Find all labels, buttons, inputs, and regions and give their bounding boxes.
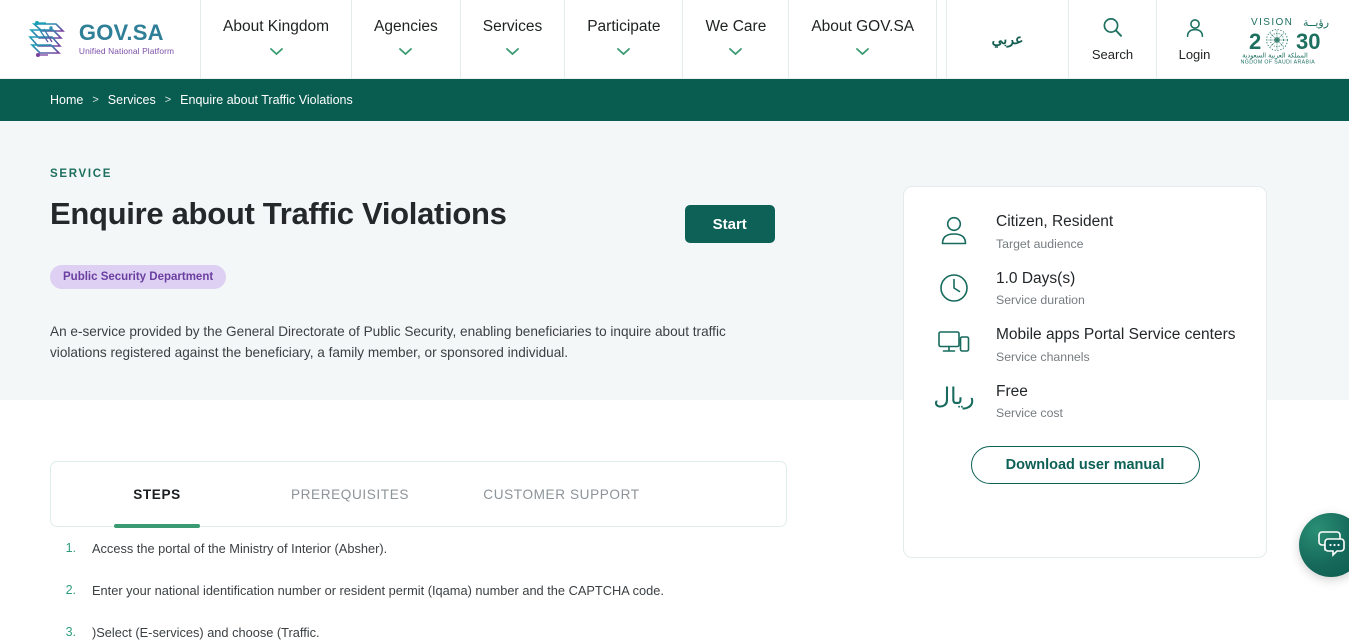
- step-text: Access the portal of the Ministry of Int…: [92, 541, 388, 556]
- list-item: 1. Access the portal of the Ministry of …: [50, 540, 787, 558]
- breadcrumb-item-home[interactable]: Home: [50, 93, 83, 107]
- nav-item-services[interactable]: Services: [461, 0, 566, 78]
- login-button[interactable]: Login: [1156, 0, 1232, 78]
- breadcrumb-item-services[interactable]: Services: [108, 93, 156, 107]
- nav-item-about-kingdom[interactable]: About Kingdom: [201, 0, 352, 78]
- steps-list: 1. Access the portal of the Ministry of …: [50, 540, 787, 643]
- step-text: )Select (E-services) and choose (Traffic…: [92, 624, 320, 640]
- logo-subtitle: Unified National Platform: [78, 46, 175, 57]
- info-row-target-audience: Citizen, Resident Target audience: [934, 213, 1236, 251]
- info-row-service-duration: 1.0 Days(s) Service duration: [934, 269, 1236, 308]
- info-value: 1.0 Days(s): [996, 269, 1076, 287]
- step-number: 2.: [65, 582, 76, 597]
- user-icon: [934, 213, 974, 247]
- tab-prerequisites[interactable]: PREREQUISITES: [283, 461, 417, 527]
- vision-2030-logo: VISION رؤيــة 2 30 المملكة العربية السعو…: [1232, 0, 1349, 78]
- service-description: An e-service provided by the General Dir…: [50, 324, 726, 361]
- riyal-glyph: ريال: [933, 382, 975, 409]
- chevron-down-icon: [399, 42, 413, 60]
- language-toggle-arabic[interactable]: عربي: [946, 0, 1068, 78]
- chevron-down-icon: [729, 42, 743, 60]
- login-label: Login: [1178, 46, 1211, 62]
- breadcrumb-separator: >: [164, 94, 172, 106]
- info-label: Target audience: [996, 236, 1084, 251]
- svg-text:المملكة العربية السعودية: المملكة العربية السعودية: [1242, 52, 1308, 60]
- page-root: GOV.SA Unified National Platform About K…: [0, 0, 1349, 643]
- info-label: Service cost: [996, 406, 1063, 421]
- info-value: Citizen, Resident: [996, 213, 1114, 230]
- status-badge: Public Security Department: [50, 265, 227, 289]
- content-tabs: STEPS PREREQUISITES CUSTOMER SUPPORT: [50, 461, 787, 528]
- search-button[interactable]: Search: [1068, 0, 1156, 78]
- info-row-service-channels: Mobile apps Portal Service centers Servi…: [934, 326, 1236, 364]
- nav-label: Participate: [587, 18, 661, 35]
- search-icon: [1101, 16, 1124, 44]
- header-actions: عربي Search Login VISION رؤيــة 2 30 الم…: [946, 0, 1349, 78]
- svg-text:30: 30: [1296, 29, 1320, 54]
- list-item: 2. Enter your national identification nu…: [50, 582, 787, 600]
- nav-item-about-govsa[interactable]: About GOV.SA: [789, 0, 938, 78]
- search-label: Search: [1091, 47, 1134, 62]
- nav-label: About Kingdom: [223, 18, 329, 35]
- govsa-emblem-icon: [26, 18, 72, 60]
- user-icon: [1184, 17, 1206, 44]
- step-number: 3.: [65, 624, 76, 639]
- chevron-down-icon: [856, 42, 870, 60]
- svg-text:2: 2: [1249, 29, 1261, 54]
- nav-label: Agencies: [374, 18, 438, 35]
- riyal-icon: ريال: [933, 382, 975, 409]
- site-header: GOV.SA Unified National Platform About K…: [0, 0, 1349, 79]
- chat-bubbles-icon: [1316, 529, 1346, 562]
- info-label: Service duration: [996, 293, 1085, 308]
- logo-title: GOV.SA: [78, 20, 164, 46]
- chevron-down-icon: [506, 42, 519, 60]
- list-item: 3. )Select (E-services) and choose (Traf…: [50, 624, 787, 642]
- info-value: Free: [996, 382, 1028, 400]
- breadcrumb-separator: >: [92, 94, 99, 106]
- svg-text:رؤيــة: رؤيــة: [1303, 16, 1329, 29]
- step-text: Enter your national identification numbe…: [92, 582, 664, 598]
- devices-icon: [934, 326, 974, 358]
- nav-label: About GOV.SA: [811, 18, 915, 35]
- svg-text:VISION: VISION: [1251, 17, 1293, 28]
- svg-text:KINGDOM OF SAUDI ARABIA: KINGDOM OF SAUDI ARABIA: [1241, 60, 1315, 66]
- chevron-down-icon: [617, 42, 631, 60]
- info-label: Service channels: [996, 349, 1090, 364]
- nav-label: Services: [482, 18, 543, 35]
- nav-item-participate[interactable]: Participate: [565, 0, 684, 78]
- chevron-down-icon: [269, 42, 283, 60]
- nav-item-agencies[interactable]: Agencies: [352, 0, 461, 78]
- language-toggle-label: عربي: [991, 30, 1024, 47]
- page-title: Enquire about Traffic Violations: [50, 196, 507, 231]
- breadcrumb: Home > Services > Enquire about Traffic …: [0, 79, 1349, 121]
- tab-customer-support[interactable]: CUSTOMER SUPPORT: [474, 461, 649, 527]
- clock-icon: [934, 270, 974, 304]
- breadcrumb-item-current: Enquire about Traffic Violations: [180, 93, 353, 107]
- service-info-card: Citizen, Resident Target audience 1.0 Da…: [903, 186, 1267, 558]
- nav-label: We Care: [705, 18, 767, 35]
- main-navigation: About Kingdom Agencies Services Particip…: [201, 0, 938, 78]
- info-row-service-cost: ريال Free Service cost: [933, 382, 1236, 421]
- page-eyebrow: SERVICE: [50, 168, 113, 180]
- step-number: 1.: [65, 541, 76, 555]
- start-button[interactable]: Start: [684, 205, 775, 243]
- chat-widget-button[interactable]: [1299, 513, 1349, 577]
- tab-steps[interactable]: STEPS: [114, 461, 200, 528]
- download-user-manual-button[interactable]: Download user manual: [970, 446, 1200, 485]
- info-value: Mobile apps Portal Service centers: [996, 326, 1236, 344]
- nav-item-we-care[interactable]: We Care: [683, 0, 790, 78]
- logo-link[interactable]: GOV.SA Unified National Platform: [0, 0, 201, 78]
